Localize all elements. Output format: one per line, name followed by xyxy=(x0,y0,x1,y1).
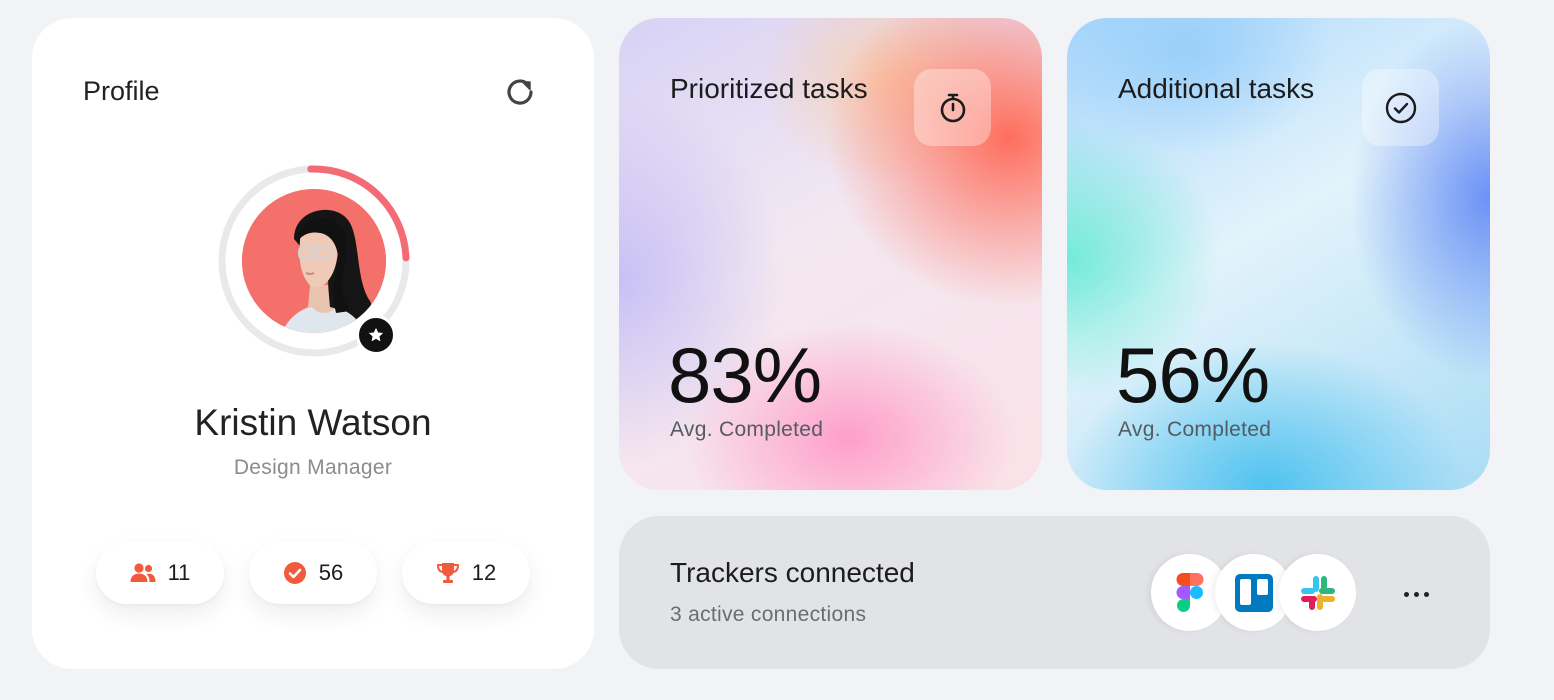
check-circle-icon xyxy=(283,562,306,584)
figma-icon xyxy=(1176,572,1203,612)
trophy-icon xyxy=(436,563,459,583)
avatar[interactable] xyxy=(242,189,386,333)
slack-icon xyxy=(1300,575,1335,610)
people-icon xyxy=(130,563,156,582)
task-percentage: 83% xyxy=(668,331,822,419)
additional-tasks-card[interactable]: Additional tasks 56% Avg. Completed xyxy=(1067,18,1490,490)
refresh-button[interactable] xyxy=(500,72,540,112)
stat-completed[interactable]: 56 xyxy=(249,542,377,604)
task-subtitle: Avg. Completed xyxy=(670,418,824,441)
task-subtitle: Avg. Completed xyxy=(1118,418,1272,441)
refresh-icon xyxy=(507,79,533,105)
stat-completed-value: 56 xyxy=(318,560,344,585)
task-title: Prioritized tasks xyxy=(670,73,868,104)
more-dot xyxy=(1403,591,1409,597)
trackers-subtitle: 3 active connections xyxy=(670,603,867,626)
trackers-card: Trackers connected 3 active connections xyxy=(619,516,1490,669)
more-dot xyxy=(1413,591,1419,597)
task-title: Additional tasks xyxy=(1118,73,1315,104)
stopwatch-icon xyxy=(940,93,965,122)
more-options-button[interactable] xyxy=(1391,574,1441,614)
stat-team-value: 11 xyxy=(167,560,191,585)
stat-team[interactable]: 11 xyxy=(96,542,224,604)
stat-awards[interactable]: 12 xyxy=(402,542,530,604)
profile-name: Kristin Watson xyxy=(194,402,432,443)
stat-awards-value: 12 xyxy=(471,560,497,585)
profile-card: Profile Kristin Watson Design Manager 11… xyxy=(32,18,594,669)
profile-role: Design Manager xyxy=(233,456,393,479)
check-button[interactable] xyxy=(1362,69,1439,146)
star-icon xyxy=(368,327,384,342)
check-circle-icon xyxy=(1385,92,1416,123)
more-dot xyxy=(1423,591,1429,597)
slack-app[interactable] xyxy=(1279,554,1356,631)
stopwatch-button[interactable] xyxy=(914,69,991,146)
trackers-title: Trackers connected xyxy=(670,557,915,588)
task-percentage: 56% xyxy=(1116,331,1270,419)
avatar-progress xyxy=(216,163,412,359)
star-badge xyxy=(356,315,396,355)
profile-title: Profile xyxy=(83,76,160,106)
trello-icon xyxy=(1234,573,1273,612)
prioritized-tasks-card[interactable]: Prioritized tasks 83% Avg. Completed xyxy=(619,18,1042,490)
avatar-portrait xyxy=(242,189,386,333)
